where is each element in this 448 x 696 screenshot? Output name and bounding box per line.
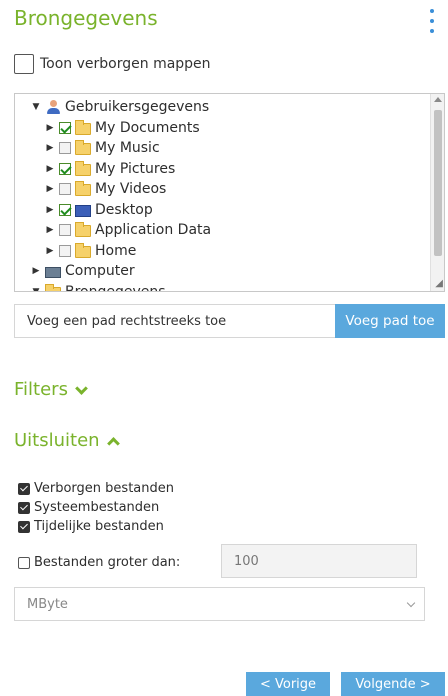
tree-node-checkbox[interactable] xyxy=(59,162,71,175)
tree-node-label: Computer xyxy=(65,263,135,280)
tree-node-checkbox[interactable] xyxy=(59,203,71,216)
tree-node-checkbox[interactable] xyxy=(59,244,71,257)
expand-arrow-icon[interactable]: ▶ xyxy=(45,246,55,256)
chevron-up-icon xyxy=(108,436,118,446)
tree-node[interactable]: ▼ Gebruikersgegevens xyxy=(15,97,431,118)
pictures-folder-icon xyxy=(75,160,91,176)
add-path-button[interactable]: Voeg pad toe xyxy=(335,304,445,338)
tree-node[interactable]: ▶ Computer xyxy=(15,261,431,282)
folder-tree[interactable]: ▼ Gebruikersgegevens ▶ My Documents ▶ My Musi… xyxy=(14,93,445,292)
collapse-arrow-icon[interactable]: ▼ xyxy=(31,287,41,291)
exclude-hidden-files-checkbox[interactable] xyxy=(18,482,30,495)
expand-arrow-icon[interactable]: ▶ xyxy=(45,143,55,153)
tree-node-checkbox[interactable] xyxy=(59,224,71,237)
size-unit-select[interactable]: MByte xyxy=(14,587,425,621)
chevron-down-icon xyxy=(76,385,86,395)
add-path-row: Voeg pad toe xyxy=(14,304,445,338)
desktop-icon xyxy=(75,204,91,217)
folder-icon xyxy=(75,222,91,238)
exclude-system-files-option[interactable]: Systeembestanden xyxy=(18,500,159,515)
exclude-temp-files-label: Tijdelijke bestanden xyxy=(34,519,164,534)
expand-arrow-icon[interactable]: ▶ xyxy=(45,123,55,133)
filters-label: Filters xyxy=(14,379,68,400)
collapse-arrow-icon[interactable]: ▼ xyxy=(31,102,41,112)
folder-icon xyxy=(75,181,91,197)
show-hidden-folders-checkbox[interactable] xyxy=(14,54,34,74)
kebab-menu-icon[interactable] xyxy=(428,9,436,33)
exclude-system-files-label: Systeembestanden xyxy=(34,500,160,515)
tree-node-checkbox[interactable] xyxy=(59,142,71,155)
expand-arrow-icon[interactable]: ▶ xyxy=(45,225,55,235)
tree-node[interactable]: ▶ My Videos xyxy=(15,179,431,200)
next-button[interactable]: Volgende > xyxy=(341,672,445,696)
scrollbar-thumb[interactable] xyxy=(434,110,442,256)
tree-node-label: My Pictures xyxy=(95,160,176,177)
tree-node-label: Desktop xyxy=(95,201,153,218)
exclude-larger-than-option[interactable]: Bestanden groter dan: xyxy=(18,555,180,570)
computer-icon xyxy=(45,266,61,278)
tree-node-label: Home xyxy=(95,242,137,259)
tree-node[interactable]: ▶ Application Data xyxy=(15,220,431,241)
tree-node[interactable]: ▼ Brongegevens xyxy=(15,282,431,292)
exclude-larger-than-label: Bestanden groter dan: xyxy=(34,555,181,570)
chevron-down-icon xyxy=(406,598,416,608)
size-unit-value: MByte xyxy=(27,596,68,612)
home-folder-icon xyxy=(75,242,91,258)
exclude-larger-than-checkbox[interactable] xyxy=(18,556,30,569)
tree-node[interactable]: ▶ My Music xyxy=(15,138,431,159)
tree-node-label: Gebruikersgegevens xyxy=(65,99,210,116)
exclude-temp-files-checkbox[interactable] xyxy=(18,520,30,533)
music-folder-icon xyxy=(75,140,91,156)
tree-node[interactable]: ▶ My Pictures xyxy=(15,159,431,180)
folder-icon xyxy=(75,119,91,135)
filters-section-toggle[interactable]: Filters xyxy=(14,379,86,400)
exclude-system-files-checkbox[interactable] xyxy=(18,501,30,514)
tree-node[interactable]: ▶ Home xyxy=(15,241,431,262)
folder-icon xyxy=(45,283,61,291)
size-limit-input[interactable] xyxy=(221,544,417,578)
scroll-up-arrow-icon[interactable] xyxy=(434,97,442,102)
tree-node-label: Brongegevens xyxy=(65,283,166,292)
expand-arrow-icon[interactable]: ▶ xyxy=(45,164,55,174)
tree-node-label: My Music xyxy=(95,140,160,157)
tree-node-checkbox[interactable] xyxy=(59,183,71,196)
exclude-hidden-files-label: Verborgen bestanden xyxy=(34,481,174,496)
tree-node-checkbox[interactable] xyxy=(59,121,71,134)
exclude-hidden-files-option[interactable]: Verborgen bestanden xyxy=(18,481,174,496)
exclude-temp-files-option[interactable]: Tijdelijke bestanden xyxy=(18,519,164,534)
resize-grip-icon[interactable]: ◢ xyxy=(435,278,443,289)
user-icon xyxy=(45,100,61,115)
show-hidden-folders-label: Toon verborgen mappen xyxy=(40,56,211,72)
expand-arrow-icon[interactable]: ▶ xyxy=(31,266,41,276)
page-title: Brongegevens xyxy=(14,6,158,30)
show-hidden-folders-toggle[interactable]: Toon verborgen mappen xyxy=(14,54,211,74)
tree-node[interactable]: ▶ My Documents xyxy=(15,118,431,139)
tree-node-label: My Documents xyxy=(95,119,200,136)
expand-arrow-icon[interactable]: ▶ xyxy=(45,184,55,194)
previous-button[interactable]: < Vorige xyxy=(246,672,330,696)
tree-node[interactable]: ▶ Desktop xyxy=(15,200,431,221)
tree-node-label: Application Data xyxy=(95,222,212,239)
exclude-label: Uitsluiten xyxy=(14,430,100,451)
exclude-section-toggle[interactable]: Uitsluiten xyxy=(14,430,118,451)
tree-scrollbar[interactable]: ◢ xyxy=(430,94,444,291)
expand-arrow-icon[interactable]: ▶ xyxy=(45,205,55,215)
path-input[interactable] xyxy=(14,304,335,338)
tree-node-label: My Videos xyxy=(95,181,167,198)
